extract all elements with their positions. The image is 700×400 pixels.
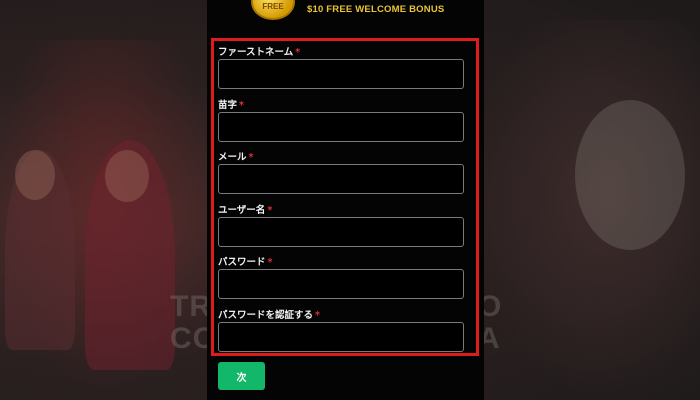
registration-form: ファーストネーム * 苗字 * メール * ユーザー名 * パスワード * パスワードを認…	[218, 42, 465, 357]
first-name-field: ファーストネーム *	[218, 42, 465, 95]
confirm-password-label: パスワードを認証する *	[218, 309, 320, 321]
first-name-label: ファーストネーム *	[218, 47, 301, 58]
username-label: ユーザー名 *	[218, 204, 273, 216]
background-face-center	[105, 150, 149, 202]
coin-label: FREE	[262, 2, 284, 11]
coin-icon: FREE	[251, 0, 295, 20]
last-name-field: 苗字 *	[218, 95, 465, 148]
background-text-left-1: TR	[170, 290, 212, 323]
password-label: パスワード *	[218, 257, 273, 268]
password-input[interactable]	[218, 269, 464, 299]
username-input[interactable]	[218, 216, 464, 247]
first-name-input[interactable]	[218, 59, 464, 89]
last-name-label: 苗字 *	[218, 99, 244, 111]
welcome-bonus-banner: FREE $10 FREE WELCOME BONUS	[207, 0, 484, 24]
confirm-password-input[interactable]	[218, 321, 464, 352]
last-name-input[interactable]	[218, 111, 464, 142]
username-field: ユーザー名 *	[218, 200, 465, 253]
next-button[interactable]: 次	[218, 362, 265, 390]
welcome-bonus-text: $10 FREE WELCOME BONUS	[307, 4, 445, 15]
email-input[interactable]	[218, 164, 464, 194]
email-field: メール *	[218, 147, 465, 200]
email-label: メール *	[218, 152, 254, 163]
confirm-password-field: パスワードを認証する *	[218, 305, 465, 358]
password-field: パスワード *	[218, 252, 465, 305]
background-mask-figure	[575, 100, 685, 250]
background-face-left	[15, 150, 55, 200]
